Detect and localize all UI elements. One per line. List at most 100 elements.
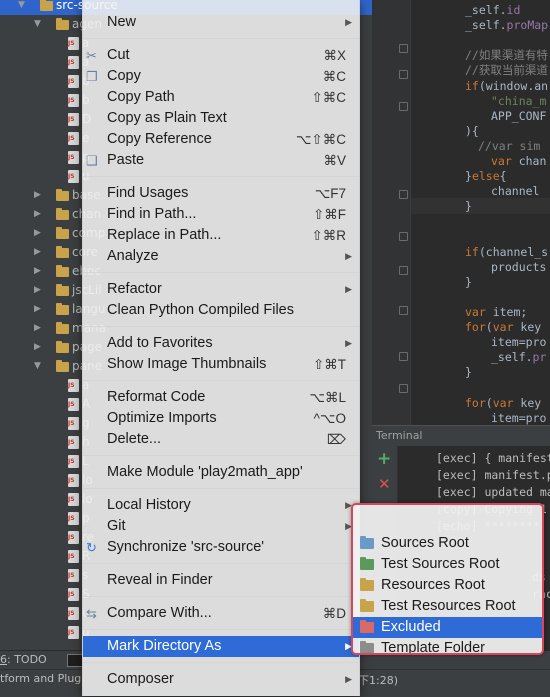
expand-arrow-right-icon[interactable]: ▶ <box>34 281 41 300</box>
menu-item-replace-in-path[interactable]: Replace in Path... ⇧⌘R <box>83 225 359 246</box>
menu-item-add-to-favorites[interactable]: Add to Favorites ▶ <box>83 333 359 354</box>
root-folder-icon <box>360 557 374 570</box>
terminal-line: [exec] updated ma <box>436 485 550 499</box>
code-token: } <box>465 169 472 184</box>
fold-marker-icon[interactable] <box>399 190 408 199</box>
expand-arrow-right-icon[interactable]: ▶ <box>34 300 41 319</box>
expand-arrow-right-icon[interactable]: ▶ <box>34 262 41 281</box>
menu-item-reveal-in-finder[interactable]: Reveal in Finder <box>83 570 359 591</box>
menu-separator <box>83 326 359 327</box>
expand-arrow-right-icon[interactable]: ▶ <box>34 186 41 205</box>
menu-item-show-image-thumbnails[interactable]: Show Image Thumbnails ⇧⌘T <box>83 354 359 375</box>
menu-item-analyze[interactable]: Analyze ▶ <box>83 246 359 267</box>
expand-arrow-down-icon[interactable]: ▼ <box>18 0 25 15</box>
menu-item-paste[interactable]: ❑ Paste ⌘V <box>83 150 359 171</box>
menu-item-cut[interactable]: ✂ Cut ⌘X <box>83 45 359 66</box>
fold-marker-icon[interactable] <box>399 306 408 315</box>
menu-item-copy-path[interactable]: Copy Path ⇧⌘C <box>83 87 359 108</box>
code-token: channel <box>491 184 540 199</box>
js-file-icon <box>68 37 79 50</box>
menu-item-clean-python-compiled-files[interactable]: Clean Python Compiled Files <box>83 300 359 321</box>
submenu-item-test-sources-root[interactable]: Test Sources Root <box>353 554 542 575</box>
submenu-arrow-icon: ▶ <box>345 284 352 294</box>
menu-item-refactor[interactable]: Refactor ▶ <box>83 279 359 300</box>
menu-item-git[interactable]: Git ▶ <box>83 516 359 537</box>
expand-arrow-right-icon[interactable]: ▶ <box>34 224 41 243</box>
paste-icon: ❑ <box>86 153 98 168</box>
menu-item-find-usages[interactable]: Find Usages ⌥F7 <box>83 183 359 204</box>
menu-separator <box>83 662 359 663</box>
fold-marker-icon[interactable] <box>399 70 408 79</box>
code-token: item; <box>492 305 528 319</box>
terminal-header: Terminal <box>372 425 550 446</box>
code-editor[interactable]: _self.id _self.proMap//如果渠道有特//获取当前渠道 if(w… <box>372 0 550 425</box>
code-line: }else{ <box>465 169 507 184</box>
menu-item-reformat-code[interactable]: Reformat Code ⌥⌘L <box>83 387 359 408</box>
submenu-item-excluded[interactable]: Excluded <box>353 617 542 638</box>
menu-item-find-in-path[interactable]: Find in Path... ⇧⌘F <box>83 204 359 225</box>
code-line: //如果渠道有特 <box>465 48 548 63</box>
submenu-item-template-folder[interactable]: Template Folder <box>353 638 542 653</box>
menu-item-shortcut: ⌘V <box>323 153 346 168</box>
code-line: if(channel_s <box>465 245 548 260</box>
menu-item-local-history[interactable]: Local History ▶ <box>83 495 359 516</box>
menu-item-compare-with[interactable]: ⇆ Compare With... ⌘D <box>83 603 359 624</box>
menu-item-synchronize-src-source[interactable]: ↻ Synchronize 'src-source' <box>83 537 359 558</box>
context-menu[interactable]: New ▶ ✂ Cut ⌘X ❐ Copy ⌘C Copy Path ⇧⌘C Copy as Pla… <box>82 0 360 696</box>
menu-item-composer[interactable]: Composer ▶ <box>83 669 359 690</box>
fold-marker-icon[interactable] <box>399 232 408 241</box>
menu-item-optimize-imports[interactable]: Optimize Imports ^⌥O <box>83 408 359 429</box>
expand-arrow-right-icon[interactable]: ▶ <box>34 338 41 357</box>
expand-arrow-right-icon[interactable]: ▶ <box>34 205 41 224</box>
menu-item-mark-directory-as[interactable]: Mark Directory As ▶ <box>83 636 359 657</box>
scissors-icon: ✂ <box>86 48 97 63</box>
close-terminal-icon[interactable]: ✕ <box>378 474 391 494</box>
menu-item-copy[interactable]: ❐ Copy ⌘C <box>83 66 359 87</box>
expand-arrow-down-icon[interactable]: ▼ <box>34 15 41 34</box>
menu-separator <box>83 272 359 273</box>
expand-arrow-down-icon[interactable]: ▼ <box>34 357 41 376</box>
js-file-icon <box>68 512 79 525</box>
mark-directory-submenu[interactable]: Sources Root Test Sources Root Resources R… <box>351 503 544 655</box>
menu-item-label: Analyze <box>107 248 159 264</box>
js-file-icon <box>68 474 79 487</box>
code-token: item=pro <box>491 410 547 425</box>
todo-tab[interactable]: 6: TODO <box>0 653 47 666</box>
code-line: _self.id <box>465 3 520 18</box>
js-file-icon <box>68 417 79 430</box>
menu-item-label: Reformat Code <box>107 389 206 405</box>
submenu-item-test-resources-root[interactable]: Test Resources Root <box>353 596 542 617</box>
add-terminal-icon[interactable]: + <box>377 449 391 469</box>
fold-marker-icon[interactable] <box>399 384 408 393</box>
menu-item-label: Copy Reference <box>107 131 212 147</box>
code-token: //获取当前渠道 <box>465 63 548 78</box>
menu-item-delete[interactable]: Delete... ⌦ <box>83 429 359 450</box>
fold-marker-icon[interactable] <box>399 102 408 111</box>
terminal-tab-icon[interactable] <box>67 654 83 667</box>
folder-icon <box>56 322 69 334</box>
js-file-icon <box>68 455 79 468</box>
fold-marker-icon[interactable] <box>399 352 408 361</box>
menu-separator <box>83 380 359 381</box>
submenu-item-sources-root[interactable]: Sources Root <box>353 533 542 554</box>
code-token: ( <box>485 395 493 410</box>
code-token: chan <box>518 154 547 168</box>
code-token: var <box>492 395 521 410</box>
menu-item-shortcut: ⇧⌘C <box>311 90 346 105</box>
submenu-item-label: Excluded <box>381 619 441 635</box>
terminal-line: [exec] { manifest <box>436 451 550 465</box>
js-file-icon <box>68 132 79 145</box>
menu-item-make-module-play2math-app[interactable]: Make Module 'play2math_app' <box>83 462 359 483</box>
expand-arrow-right-icon[interactable]: ▶ <box>34 319 41 338</box>
menu-item-new[interactable]: New ▶ <box>83 12 359 33</box>
fold-marker-icon[interactable] <box>399 266 408 275</box>
menu-item-copy-as-plain-text[interactable]: Copy as Plain Text <box>83 108 359 129</box>
submenu-item-resources-root[interactable]: Resources Root <box>353 575 542 596</box>
copy-icon: ❐ <box>86 69 98 84</box>
fold-marker-icon[interactable] <box>399 44 408 53</box>
code-token: proMap <box>506 18 549 33</box>
menu-item-copy-reference[interactable]: Copy Reference ⌥⇧⌘C <box>83 129 359 150</box>
expand-arrow-right-icon[interactable]: ▶ <box>34 243 41 262</box>
submenu-item-label: Resources Root <box>381 577 485 593</box>
root-folder-icon <box>360 641 374 653</box>
